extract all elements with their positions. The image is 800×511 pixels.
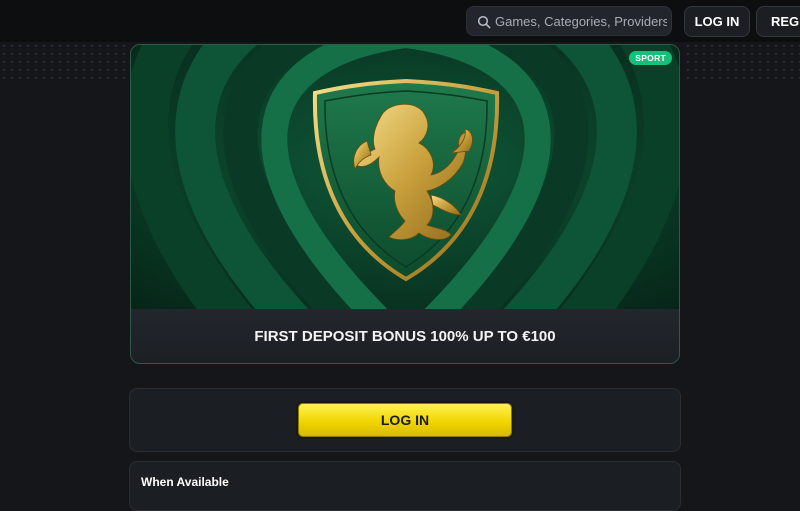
search-input[interactable]	[495, 7, 667, 35]
promo-title: FIRST DEPOSIT BONUS 100% UP TO €100	[254, 327, 556, 345]
availability-title: When Available	[141, 475, 229, 489]
login-button[interactable]: LOG IN	[296, 401, 514, 439]
decorative-dot-pattern-left	[0, 42, 128, 82]
login-panel: LOG IN	[129, 388, 681, 452]
sport-badge: SPORT	[629, 51, 672, 65]
header-login-button[interactable]: LOG IN	[684, 6, 750, 37]
search-box[interactable]	[466, 6, 672, 36]
decorative-dot-pattern-right	[684, 42, 800, 82]
search-icon	[477, 15, 491, 29]
promo-footer: FIRST DEPOSIT BONUS 100% UP TO €100	[131, 309, 679, 363]
top-navigation-bar: LOG IN REGIS	[0, 0, 800, 42]
availability-panel: When Available	[129, 461, 681, 511]
promo-artwork	[131, 45, 679, 309]
header-register-button[interactable]: REGIS	[756, 6, 800, 37]
promo-card[interactable]: SPORT FIRST DEPOSIT BONUS 100% UP TO €10…	[130, 44, 680, 364]
